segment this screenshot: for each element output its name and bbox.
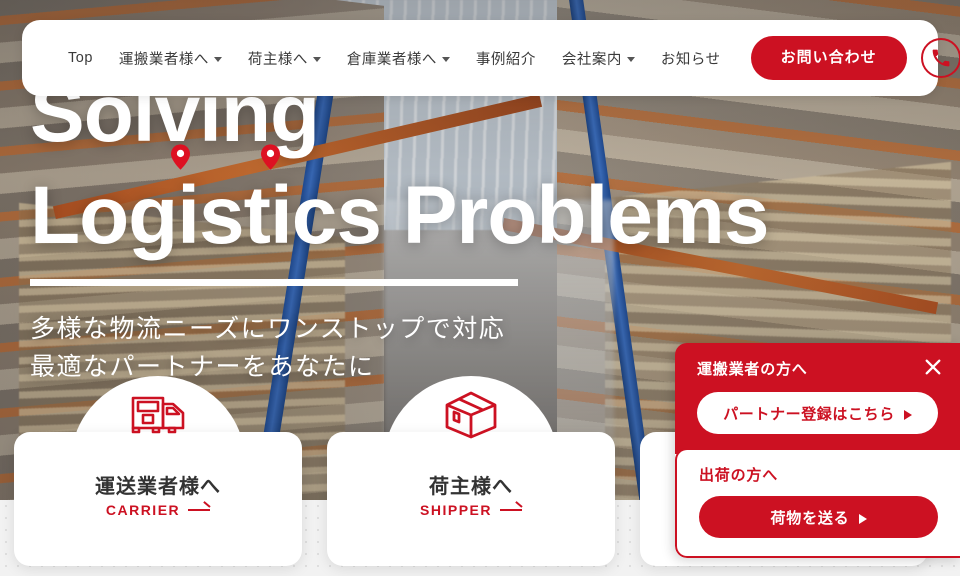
panel-carrier-heading: 運搬業者の方へ: [697, 361, 808, 378]
close-icon[interactable]: [920, 354, 946, 380]
nav-item-case-studies[interactable]: 事例紹介: [463, 48, 549, 69]
card-shipper[interactable]: 荷主様へ SHIPPER: [327, 376, 615, 566]
package-box-icon: [444, 390, 498, 440]
hero-subtitle: 多様な物流ニーズにワンストップで対応 最適なパートナーをあなたに: [30, 310, 768, 388]
floating-cta-panel: 運搬業者の方へ パートナー登録はこちら 出荷の方へ 荷物を送る: [675, 343, 960, 558]
arrow-right-icon: [499, 509, 522, 511]
panel-shipper-section: 出荷の方へ 荷物を送る: [675, 448, 960, 558]
panel-shipper-heading: 出荷の方へ: [699, 467, 779, 484]
partner-registration-button[interactable]: パートナー登録はこちら: [697, 392, 938, 434]
chevron-down-icon: [626, 56, 635, 62]
main-navigation-bar: Top 運搬業者様へ 荷主様へ 倉庫業者様へ 事例紹介 会社案内 お知らせ お問…: [22, 20, 960, 96]
map-pin-icon: [261, 144, 280, 171]
nav-item-label: 倉庫業者様へ: [346, 51, 437, 68]
card-subtitle-row: CARRIER: [14, 502, 302, 518]
nav-item-label: 事例紹介: [475, 51, 536, 68]
phone-button[interactable]: [920, 38, 960, 78]
map-pin-icon: [171, 144, 190, 171]
nav-item-label: 荷主様へ: [247, 51, 308, 68]
hero-subtitle-line1: 多様な物流ニーズにワンストップで対応: [30, 314, 506, 343]
card-subtitle-row: SHIPPER: [327, 502, 615, 518]
nav-item-label: 会社案内: [561, 51, 622, 68]
triangle-right-icon: [903, 409, 912, 420]
nav-item-news[interactable]: お知らせ: [648, 48, 734, 69]
arrow-right-icon: [188, 509, 211, 511]
nav-item-carriers[interactable]: 運搬業者様へ: [106, 48, 235, 69]
panel-carrier-section: 運搬業者の方へ パートナー登録はこちら: [675, 343, 960, 454]
chevron-down-icon: [312, 56, 321, 62]
nav-item-warehouses[interactable]: 倉庫業者様へ: [334, 48, 463, 69]
page-root: Top 運搬業者様へ 荷主様へ 倉庫業者様へ 事例紹介 会社案内 お知らせ お問…: [0, 0, 960, 576]
nav-item-label: Top: [68, 50, 93, 66]
contact-button[interactable]: お問い合わせ: [750, 36, 907, 80]
nav-item-company[interactable]: 会社案内: [549, 48, 648, 69]
hero-text-block: Solving Logistics Problems 多様な物流ニーズにワンスト…: [30, 72, 769, 388]
nav-links: Top 運搬業者様へ 荷主様へ 倉庫業者様へ 事例紹介 会社案内 お知らせ お問…: [55, 36, 960, 80]
card-title: 荷主様へ: [429, 476, 513, 498]
chevron-down-icon: [213, 56, 222, 62]
triangle-right-icon: [858, 513, 867, 524]
nav-item-label: 運搬業者様へ: [118, 51, 209, 68]
truck-icon: [129, 390, 187, 436]
card-subtitle: CARRIER: [105, 502, 181, 518]
send-package-button[interactable]: 荷物を送る: [699, 496, 938, 538]
phone-icon: [932, 49, 950, 67]
card-title: 運送業者様へ: [95, 476, 221, 498]
hero-headline-line2-wrapper: Logistics Problems: [30, 144, 769, 257]
nav-item-top[interactable]: Top: [55, 50, 106, 66]
send-package-label: 荷物を送る: [770, 509, 850, 527]
hero-divider-rule: [30, 278, 518, 286]
hero-headline-line2: Logistics Problems: [30, 170, 769, 262]
card-carrier[interactable]: 運送業者様へ CARRIER: [14, 376, 302, 566]
nav-item-shippers[interactable]: 荷主様へ: [235, 48, 334, 69]
partner-registration-label: パートナー登録はこちら: [723, 405, 895, 423]
nav-item-label: お知らせ: [660, 51, 721, 68]
card-subtitle: SHIPPER: [420, 502, 492, 518]
chevron-down-icon: [441, 56, 450, 62]
